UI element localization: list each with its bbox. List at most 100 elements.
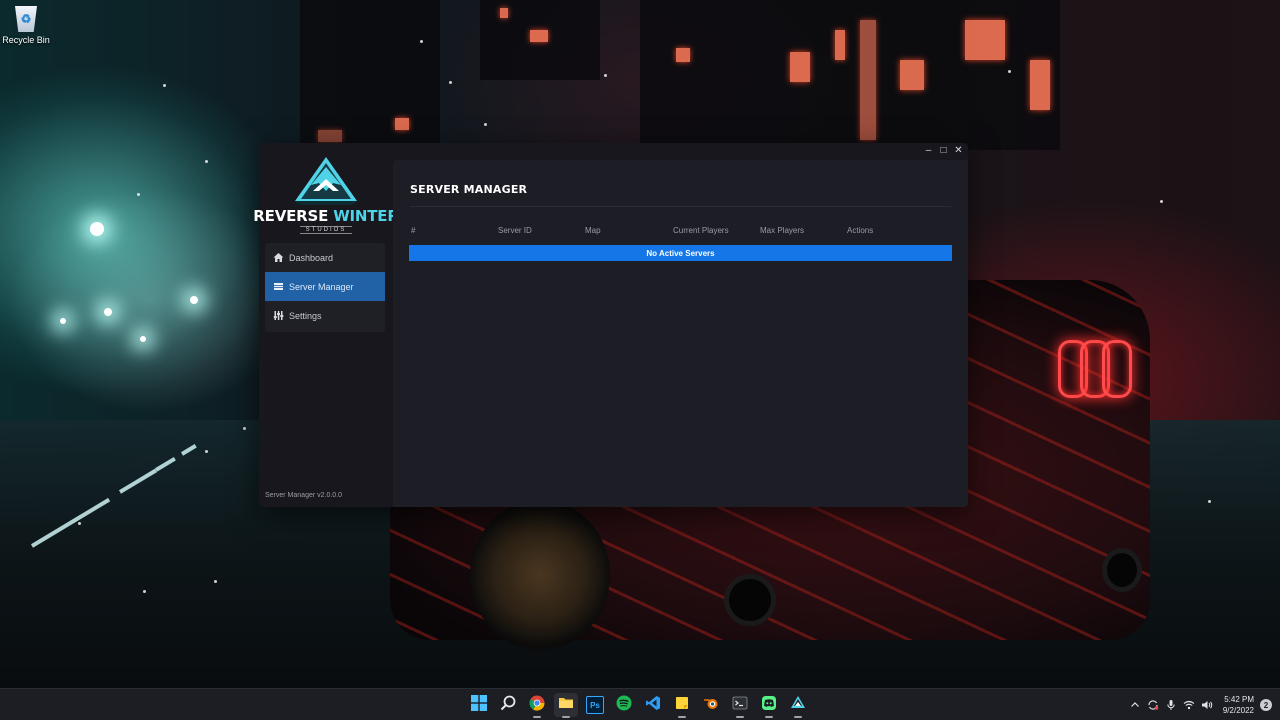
sidebar: REVERSE WINTER STUDIOS Dashboard Server …	[253, 143, 399, 507]
logo-wordmark: REVERSE WINTER	[253, 207, 399, 225]
home-icon	[273, 252, 284, 263]
logo-word-rev: REV	[253, 207, 287, 225]
version-label: Server Manager v2.0.0.0	[265, 492, 343, 499]
building-window	[790, 52, 810, 82]
logo-word-erse: ERSE	[286, 207, 329, 225]
car-exhaust	[1102, 548, 1142, 592]
building-window	[530, 30, 548, 42]
snowflake	[78, 522, 81, 525]
chevron-up-icon[interactable]	[1129, 699, 1141, 711]
list-icon	[273, 281, 284, 292]
chrome-icon	[529, 695, 545, 716]
snowflake	[484, 123, 487, 126]
logo-word-winter: WINTER	[333, 207, 399, 225]
building-window	[676, 48, 690, 62]
reverse-winter-icon	[790, 695, 806, 716]
taskbar-app-photoshop[interactable]: Ps	[583, 693, 607, 717]
recycle-bin-icon: ♻	[15, 6, 37, 32]
taskbar-app-chrome[interactable]	[525, 693, 549, 718]
blender-icon	[703, 695, 719, 716]
building-window	[900, 60, 924, 90]
system-tray: 5:42 PM 9/2/2022 2	[1129, 689, 1272, 720]
table-header: # Server ID Map Current Players Max Play…	[409, 226, 952, 236]
column-header-index: #	[411, 226, 416, 235]
taskbar-app-blender[interactable]	[699, 693, 723, 717]
street-light	[90, 222, 104, 236]
taskbar-apps: Ps	[467, 693, 810, 718]
column-header-map: Map	[585, 226, 601, 235]
sidebar-item-dashboard[interactable]: Dashboard	[265, 243, 385, 272]
taskbar-app-server-manager[interactable]	[786, 693, 810, 718]
discord-icon	[761, 695, 777, 716]
window-controls: – □ ✕	[923, 145, 964, 156]
clock-date: 9/2/2022	[1222, 706, 1254, 715]
search-icon	[500, 695, 516, 716]
car-exhaust	[724, 574, 776, 626]
snowflake	[214, 580, 217, 583]
snowflake	[1008, 70, 1011, 73]
taskbar-search-button[interactable]	[496, 693, 520, 717]
microphone-icon[interactable]	[1165, 699, 1177, 711]
taskbar-app-file-explorer[interactable]	[554, 693, 578, 718]
column-header-max-players: Max Players	[760, 226, 805, 235]
divider	[410, 206, 951, 207]
snowflake	[205, 160, 208, 163]
taskbar-app-sticky-notes[interactable]	[670, 693, 694, 718]
building-window	[318, 130, 342, 142]
building-window	[395, 118, 409, 130]
snowflake	[143, 590, 146, 593]
snowflake	[137, 193, 140, 196]
volume-icon[interactable]	[1201, 699, 1213, 711]
sliders-icon	[273, 310, 284, 321]
terminal-icon	[732, 695, 748, 716]
building-window	[500, 8, 508, 18]
spotify-icon	[616, 695, 632, 716]
taskbar: Ps 5:42 PM 9/2/2022 2	[0, 688, 1280, 720]
taskbar-app-spotify[interactable]	[612, 693, 636, 717]
taillight	[1102, 340, 1132, 398]
reverse-winter-logo: REVERSE WINTER STUDIOS	[253, 155, 399, 234]
desktop-icon-recycle-bin[interactable]: ♻ Recycle Bin	[2, 4, 50, 52]
empty-table-row: No Active Servers	[409, 245, 952, 261]
column-header-current-players: Current Players	[673, 226, 729, 235]
taskbar-app-terminal[interactable]	[728, 693, 752, 718]
taskbar-app-vscode[interactable]	[641, 693, 665, 717]
windows-icon	[471, 694, 487, 716]
desktop-icon-label: Recycle Bin	[2, 35, 50, 45]
sidebar-nav: Dashboard Server Manager Settings	[265, 243, 385, 332]
main-panel: SERVER MANAGER # Server ID Map Current P…	[393, 160, 968, 507]
street-light	[104, 308, 112, 316]
snowflake	[449, 81, 452, 84]
server-manager-window: – □ ✕ REVERSE WINTER STUDIOS Dashboard S…	[253, 143, 968, 507]
taskbar-start-button[interactable]	[467, 693, 491, 717]
page-title: SERVER MANAGER	[410, 183, 528, 196]
minimize-button[interactable]: –	[923, 145, 934, 156]
sidebar-item-server-manager[interactable]: Server Manager	[265, 272, 385, 301]
building	[300, 0, 440, 150]
street-light	[140, 336, 146, 342]
taskbar-clock[interactable]: 5:42 PM 9/2/2022	[1223, 694, 1254, 716]
snowflake	[243, 427, 246, 430]
taskbar-app-discord[interactable]	[757, 693, 781, 718]
snowflake	[163, 84, 166, 87]
street-light	[190, 296, 198, 304]
clock-time: 5:42 PM	[1224, 695, 1254, 704]
column-header-server-id: Server ID	[498, 226, 532, 235]
snowflake	[205, 450, 208, 453]
building-window	[835, 30, 845, 60]
folder-icon	[558, 695, 574, 716]
maximize-button[interactable]: □	[938, 145, 949, 156]
sync-icon[interactable]	[1147, 699, 1159, 711]
building-window	[860, 20, 876, 140]
building-window	[965, 20, 1005, 60]
snowflake	[1160, 200, 1163, 203]
logo-subtitle: STUDIOS	[299, 226, 353, 234]
notification-badge[interactable]: 2	[1260, 699, 1272, 711]
close-button[interactable]: ✕	[953, 145, 964, 156]
snowflake	[604, 74, 607, 77]
mountain-logo-icon	[291, 155, 361, 205]
snowflake	[1208, 500, 1211, 503]
sidebar-item-settings[interactable]: Settings	[265, 301, 385, 330]
vscode-icon	[645, 695, 661, 716]
wifi-icon[interactable]	[1183, 699, 1195, 711]
